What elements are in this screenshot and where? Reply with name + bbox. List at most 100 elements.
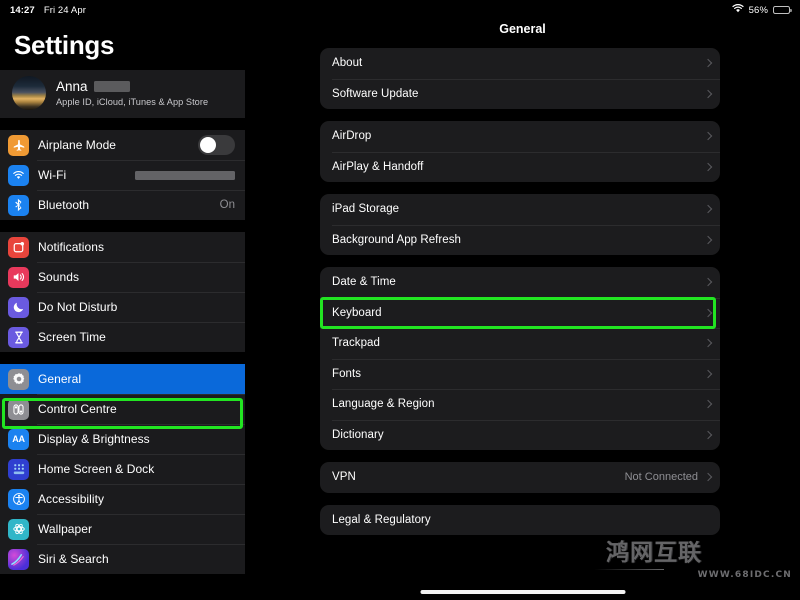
row-label: Background App Refresh — [332, 234, 461, 246]
sidebar-item-apple-id[interactable]: Anna Apple ID, iCloud, iTunes & App Stor… — [0, 70, 245, 118]
row-trailing — [705, 279, 711, 285]
home-screen-dock-icon — [8, 459, 29, 480]
status-date: Fri 24 Apr — [44, 5, 86, 16]
row-trailing — [705, 91, 711, 97]
sidebar-item-label: Display & Brightness — [38, 432, 150, 446]
chevron-right-icon — [704, 339, 712, 347]
detail-row-legal-regulatory[interactable]: Legal & Regulatory — [320, 505, 720, 536]
sidebar-divider — [0, 352, 245, 364]
status-bar: 14:27 Fri 24 Apr 56% — [0, 0, 800, 20]
settings-sidebar[interactable]: Settings Anna Apple ID, iCloud, iTunes &… — [0, 0, 245, 600]
row-trailing — [705, 60, 711, 66]
wifi-value-redaction — [135, 171, 235, 180]
sidebar-item-general[interactable]: General — [0, 364, 245, 394]
ipad-settings-screen: 14:27 Fri 24 Apr 56% Settings — [0, 0, 800, 600]
sidebar-item-display-brightness[interactable]: AA Display & Brightness — [0, 424, 245, 454]
row-trailing — [705, 432, 711, 438]
account-name: Anna — [56, 79, 88, 94]
row-label: iPad Storage — [332, 203, 399, 215]
bluetooth-icon — [8, 195, 29, 216]
chevron-right-icon — [704, 205, 712, 213]
sidebar-item-bluetooth[interactable]: Bluetooth On — [0, 190, 245, 220]
account-group: Anna Apple ID, iCloud, iTunes & App Stor… — [0, 70, 245, 118]
row-trailing — [705, 401, 711, 407]
detail-row-airplay-handoff[interactable]: AirPlay & Handoff — [320, 152, 720, 183]
wifi-trailing — [135, 171, 235, 180]
detail-row-date-time[interactable]: Date & Time — [320, 267, 720, 298]
row-trailing — [705, 310, 711, 316]
sidebar-divider — [0, 220, 245, 232]
sidebar-item-label: General — [38, 372, 81, 386]
row-label: Legal & Regulatory — [332, 514, 431, 526]
detail-row-software-update[interactable]: Software Update — [320, 79, 720, 110]
detail-row-keyboard[interactable]: Keyboard — [320, 298, 720, 329]
sidebar-divider — [0, 118, 245, 130]
row-trailing — [705, 164, 711, 170]
sidebar-item-label: Wallpaper — [38, 522, 92, 536]
sidebar-item-label: Bluetooth — [38, 198, 89, 212]
row-label: Fonts — [332, 368, 361, 380]
sidebar-item-sounds[interactable]: Sounds — [0, 262, 245, 292]
row-label: About — [332, 57, 362, 69]
detail-row-trackpad[interactable]: Trackpad — [320, 328, 720, 359]
sidebar-item-airplane-mode[interactable]: Airplane Mode — [0, 130, 245, 160]
row-trailing — [705, 340, 711, 346]
bluetooth-status-value: On — [220, 199, 235, 211]
detail-row-fonts[interactable]: Fonts — [320, 359, 720, 390]
detail-group-storage: iPad Storage Background App Refresh — [320, 194, 720, 255]
detail-row-background-app-refresh[interactable]: Background App Refresh — [320, 225, 720, 256]
row-trailing — [705, 237, 711, 243]
vpn-status-value: Not Connected — [625, 471, 698, 483]
sidebar-item-accessibility[interactable]: Accessibility — [0, 484, 245, 514]
sidebar-item-screen-time[interactable]: Screen Time — [0, 322, 245, 352]
account-name-line: Anna — [56, 79, 208, 94]
row-label: Trackpad — [332, 337, 380, 349]
sidebar-item-wallpaper[interactable]: Wallpaper — [0, 514, 245, 544]
sounds-icon — [8, 267, 29, 288]
watermark-text: 鸿网互联 — [606, 542, 792, 565]
row-label: Keyboard — [332, 307, 382, 319]
detail-row-about[interactable]: About — [320, 48, 720, 79]
chevron-right-icon — [704, 400, 712, 408]
sidebar-item-label: Accessibility — [38, 492, 104, 506]
sidebar-group-alerts: Notifications Sounds — [0, 232, 245, 352]
wallpaper-icon — [8, 519, 29, 540]
account-name-redaction — [94, 81, 130, 92]
sidebar-item-label: Siri & Search — [38, 552, 109, 566]
avatar — [12, 76, 46, 110]
row-trailing — [705, 133, 711, 139]
sidebar-item-wifi[interactable]: Wi-Fi — [0, 160, 245, 190]
row-trailing: Not Connected — [625, 471, 711, 483]
hourglass-icon — [8, 327, 29, 348]
wifi-icon — [8, 165, 29, 186]
sidebar-item-home-screen-dock[interactable]: Home Screen & Dock — [0, 454, 245, 484]
sidebar-item-label: Wi-Fi — [38, 168, 66, 182]
account-text: Anna Apple ID, iCloud, iTunes & App Stor… — [56, 79, 208, 107]
sidebar-item-label: Control Centre — [38, 402, 117, 416]
sidebar-item-control-centre[interactable]: Control Centre — [0, 394, 245, 424]
airplane-mode-trailing — [198, 135, 235, 155]
moon-icon — [8, 297, 29, 318]
row-label: AirDrop — [332, 130, 371, 142]
sidebar-item-label: Sounds — [38, 270, 79, 284]
chevron-right-icon — [704, 132, 712, 140]
detail-row-dictionary[interactable]: Dictionary — [320, 420, 720, 451]
detail-row-airdrop[interactable]: AirDrop — [320, 121, 720, 152]
sidebar-item-label: Airplane Mode — [38, 138, 116, 152]
detail-row-ipad-storage[interactable]: iPad Storage — [320, 194, 720, 225]
chevron-right-icon — [704, 59, 712, 67]
detail-group-vpn: VPN Not Connected — [320, 462, 720, 493]
chevron-right-icon — [704, 431, 712, 439]
airplane-mode-toggle[interactable] — [198, 135, 235, 155]
sidebar-item-do-not-disturb[interactable]: Do Not Disturb — [0, 292, 245, 322]
sidebar-item-siri-search[interactable]: Siri & Search — [0, 544, 245, 574]
row-label: AirPlay & Handoff — [332, 161, 423, 173]
notifications-icon — [8, 237, 29, 258]
detail-row-language-region[interactable]: Language & Region — [320, 389, 720, 420]
wifi-icon — [732, 4, 744, 16]
site-watermark: 鸿网互联 WWW.68IDC.CN — [606, 542, 792, 582]
row-trailing — [705, 206, 711, 212]
control-centre-icon — [8, 399, 29, 420]
sidebar-item-notifications[interactable]: Notifications — [0, 232, 245, 262]
detail-row-vpn[interactable]: VPN Not Connected — [320, 462, 720, 493]
